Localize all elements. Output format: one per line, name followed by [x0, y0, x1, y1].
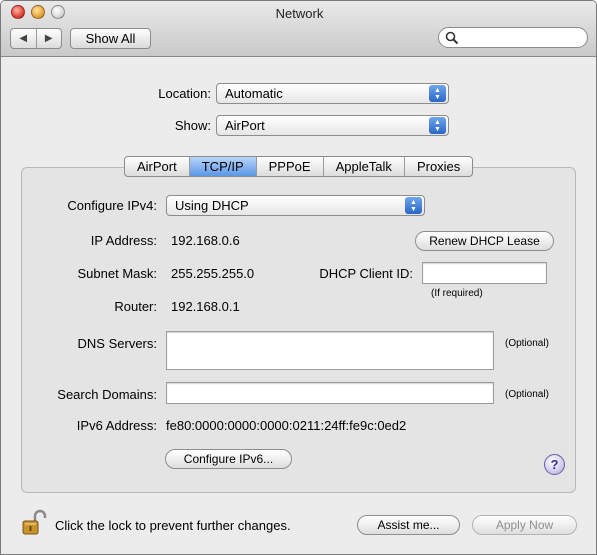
location-label: Location:	[158, 86, 211, 101]
popup-arrows-icon: ▲ ▼	[429, 117, 446, 134]
dhcp-client-id-label: DHCP Client ID:	[319, 266, 413, 281]
tab-pppoe[interactable]: PPPoE	[255, 157, 323, 176]
search-domains-field[interactable]	[166, 382, 494, 404]
tab-appletalk[interactable]: AppleTalk	[322, 157, 404, 176]
tab-airport[interactable]: AirPort	[125, 157, 189, 176]
show-label: Show:	[174, 118, 211, 133]
lock-icon[interactable]	[21, 509, 47, 537]
help-icon: ?	[550, 457, 559, 472]
help-button[interactable]: ?	[544, 454, 565, 475]
show-all-button[interactable]: Show All	[70, 28, 151, 49]
search-icon	[445, 31, 459, 45]
back-icon: ◀	[19, 33, 28, 44]
apply-now-button[interactable]: Apply Now	[472, 515, 577, 535]
configure-ipv4-label: Configure IPv4:	[67, 198, 157, 213]
dns-optional-hint: (Optional)	[505, 338, 549, 349]
location-value: Automatic	[225, 86, 283, 101]
back-forward-control: ◀ ▶	[10, 28, 62, 49]
ipv6-address-label: IPv6 Address:	[76, 418, 157, 433]
search-field[interactable]	[438, 27, 588, 48]
toolbar: Network ◀ ▶ Show All	[1, 1, 596, 57]
forward-icon: ▶	[44, 33, 53, 44]
search-domains-optional-hint: (Optional)	[505, 389, 549, 400]
subnet-mask-value: 255.255.255.0	[171, 266, 255, 281]
ip-address-label: IP Address:	[90, 233, 157, 248]
location-popup[interactable]: Automatic ▲ ▼	[216, 83, 449, 104]
tab-proxies[interactable]: Proxies	[403, 157, 472, 176]
popup-arrows-icon: ▲ ▼	[429, 85, 446, 102]
dns-servers-field[interactable]	[166, 331, 494, 370]
ipv6-address-value: fe80:0000:0000:0000:0211:24ff:fe9c:0ed2	[166, 418, 407, 433]
configure-ipv4-popup[interactable]: Using DHCP ▲ ▼	[166, 195, 425, 216]
forward-button[interactable]: ▶	[35, 29, 62, 48]
router-label: Router:	[114, 299, 157, 314]
network-preferences-window: Network ◀ ▶ Show All Location: Automatic…	[0, 0, 597, 555]
tab-bar: AirPort TCP/IP PPPoE AppleTalk Proxies	[124, 156, 474, 177]
assist-me-button[interactable]: Assist me...	[357, 515, 460, 535]
configure-ipv4-value: Using DHCP	[175, 198, 249, 213]
ip-address-value: 192.168.0.6	[171, 233, 240, 248]
back-button[interactable]: ◀	[11, 29, 36, 48]
lock-message: Click the lock to prevent further change…	[55, 518, 291, 533]
show-value: AirPort	[225, 118, 265, 133]
dhcp-client-id-hint: (If required)	[431, 288, 483, 299]
configure-ipv6-button[interactable]: Configure IPv6...	[165, 449, 292, 469]
show-popup[interactable]: AirPort ▲ ▼	[216, 115, 449, 136]
renew-dhcp-lease-button[interactable]: Renew DHCP Lease	[415, 231, 554, 251]
window-title: Network	[275, 6, 324, 21]
subnet-mask-label: Subnet Mask:	[77, 266, 158, 281]
popup-arrows-icon: ▲ ▼	[405, 197, 422, 214]
search-domains-label: Search Domains:	[57, 387, 157, 402]
tab-tcpip[interactable]: TCP/IP	[188, 157, 256, 176]
router-value: 192.168.0.1	[171, 299, 240, 314]
dns-servers-label: DNS Servers:	[77, 336, 157, 351]
dhcp-client-id-field[interactable]	[422, 262, 547, 284]
